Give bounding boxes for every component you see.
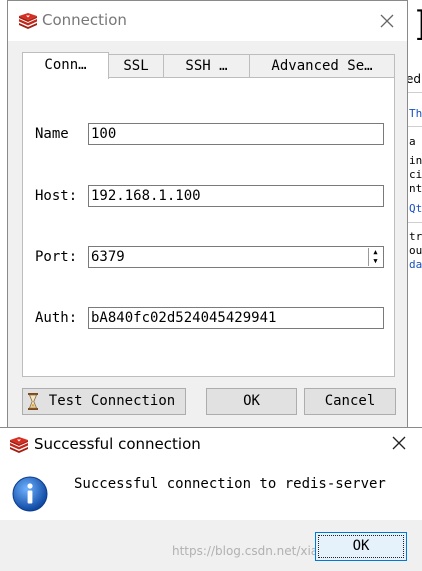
message-ok-button[interactable]: OK (315, 532, 407, 561)
success-message-box: Successful connection Successful connect… (0, 427, 422, 571)
background-fragment: tr (409, 230, 422, 243)
name-field[interactable]: 100 (88, 123, 384, 145)
host-field[interactable]: 192.168.1.100 (88, 185, 384, 207)
dialog-titlebar[interactable]: Connection (8, 1, 407, 41)
redis-logo-icon (19, 13, 37, 29)
auth-label: Auth: (35, 310, 78, 326)
background-fragment: a (409, 135, 416, 148)
message-box-title: Successful connection (34, 435, 201, 453)
test-connection-label: Test Connection (48, 393, 176, 409)
background-fragment: in (409, 154, 422, 167)
background-fragment: Qt (409, 202, 422, 215)
background-fragment: Th (409, 107, 422, 120)
ok-button[interactable]: OK (206, 388, 297, 415)
close-icon[interactable] (379, 13, 395, 29)
host-label: Host: (35, 188, 78, 204)
background-fragment: da (409, 258, 422, 271)
background-divider (408, 126, 422, 127)
spin-down-icon[interactable]: ▼ (369, 257, 382, 266)
test-connection-button[interactable]: Test Connection (22, 388, 186, 415)
background-divider (408, 92, 422, 93)
redis-logo-icon (10, 437, 28, 453)
background-divider (408, 222, 422, 223)
background-title-char: l (416, 4, 422, 50)
background-fragment: ci (409, 168, 422, 181)
cancel-button[interactable]: Cancel (304, 388, 396, 415)
background-fragment: ou (409, 244, 422, 257)
close-icon[interactable] (392, 436, 406, 450)
tab-connection[interactable]: Conn… (22, 52, 109, 79)
connection-settings-panel: Name 100 Host: 192.168.1.100 Port: 6379 … (22, 77, 395, 377)
spin-up-icon[interactable]: ▲ (369, 248, 382, 257)
focus-ring (318, 535, 404, 558)
hourglass-icon (28, 393, 38, 410)
auth-field[interactable]: bA840fc02d524045429941 (88, 307, 384, 329)
connection-dialog: Connection Conn… SSL SSH … Advanced Se… … (7, 0, 408, 430)
info-icon (12, 476, 48, 512)
background-fragment: nt (409, 182, 422, 195)
name-label: Name (35, 126, 69, 142)
tab-advanced-settings[interactable]: Advanced Se… (249, 54, 395, 78)
port-label: Port: (35, 249, 78, 265)
dialog-title: Connection (42, 11, 127, 29)
message-text: Successful connection to redis-server (74, 476, 386, 492)
port-stepper[interactable]: ▲ ▼ (368, 248, 382, 266)
tab-ssh[interactable]: SSH … (163, 54, 250, 78)
port-value: 6379 (91, 249, 125, 265)
tab-ssl[interactable]: SSL (108, 54, 164, 78)
port-spinbox[interactable]: 6379 ▲ ▼ (88, 246, 384, 268)
background-text: ed (406, 72, 421, 86)
